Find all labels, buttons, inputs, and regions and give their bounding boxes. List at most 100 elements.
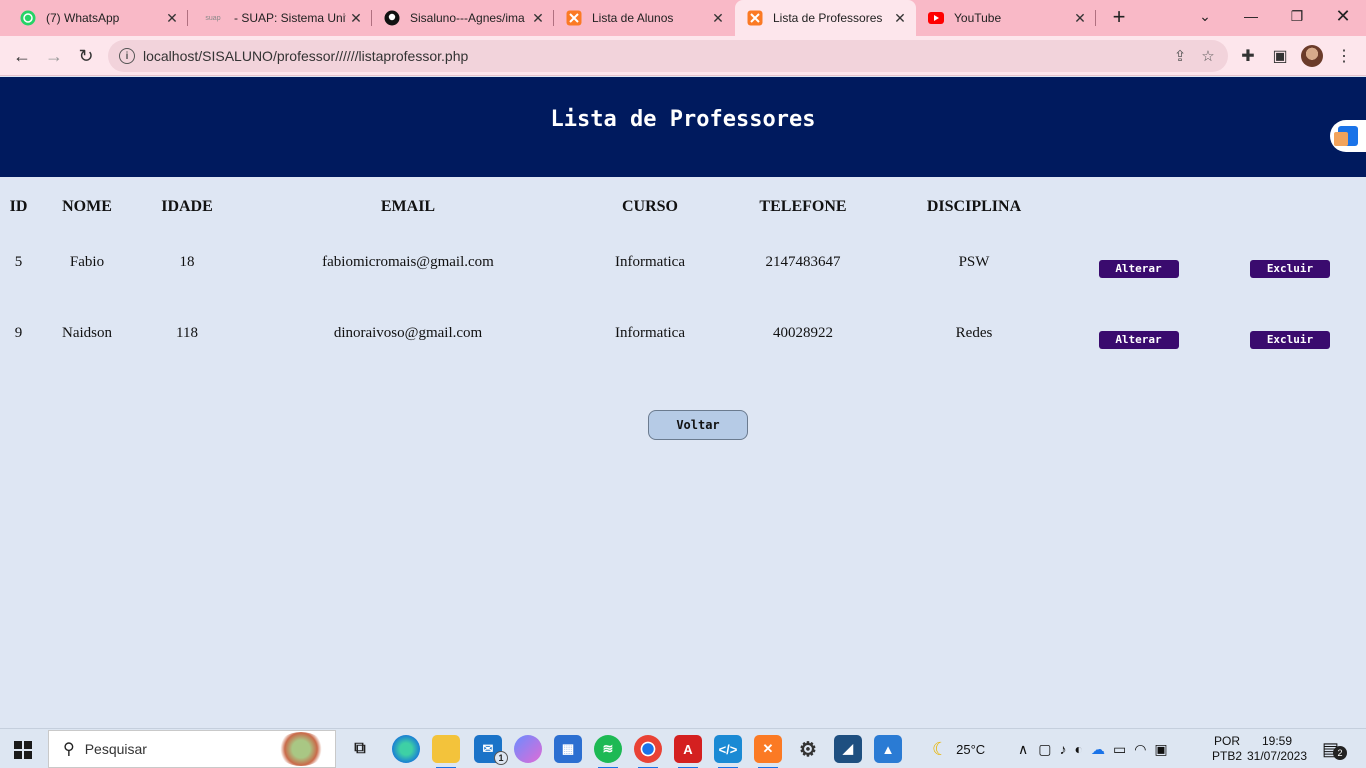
tray-icons: ∧ ▢ ♪ ◐ ☁ ▭ ◠ ▣ <box>1018 729 1168 768</box>
tab-title: - SUAP: Sistema Unific <box>234 11 346 25</box>
cell-telefone: 40028922 <box>773 325 833 341</box>
tab-separator <box>1095 10 1096 26</box>
column-header-id: ID <box>9 198 28 215</box>
forward-arrow-icon[interactable]: → <box>40 42 68 70</box>
close-tab-icon[interactable]: ✕ <box>890 8 910 28</box>
column-header-disciplina: DISCIPLINA <box>926 198 1022 215</box>
cell-idade: 118 <box>176 325 198 341</box>
tab-youtube[interactable]: YouTube ✕ <box>916 0 1096 36</box>
search-placeholder: Pesquisar <box>84 741 147 757</box>
weather-widget[interactable]: ☾ 25°C <box>932 729 985 768</box>
cell-telefone: 2147483647 <box>765 254 841 270</box>
news-icon[interactable]: ▦ <box>554 735 582 763</box>
alter-button[interactable]: Alterar <box>1098 330 1179 349</box>
onedrive-icon[interactable]: ☁ <box>1091 741 1105 758</box>
cell-nome: Fabio <box>69 254 105 270</box>
minimize-button[interactable]: — <box>1236 4 1266 28</box>
vscode-icon[interactable]: </> <box>714 735 742 768</box>
taskbar-search-box[interactable]: ⚲ Pesquisar <box>48 730 336 768</box>
cell-alterar: Alterar <box>1063 227 1214 298</box>
column-header-nome: NOME <box>62 198 112 215</box>
tab-lista-alunos[interactable]: Lista de Alunos ✕ <box>554 0 734 36</box>
xampp-icon <box>747 10 763 26</box>
url-text[interactable]: localhost/SISALUNO/professor//////listap… <box>143 48 1166 64</box>
close-tab-icon[interactable]: ✕ <box>162 8 182 28</box>
tab-title: YouTube <box>954 11 1002 25</box>
menu-kebab-icon[interactable]: ⋮ <box>1330 42 1358 70</box>
reload-icon[interactable]: ↻ <box>72 42 100 70</box>
show-hidden-icons-chevron-icon[interactable]: ∧ <box>1018 741 1028 758</box>
task-view-icon[interactable]: ⧉ <box>346 735 374 763</box>
security-icon[interactable]: ◐ <box>1074 741 1082 757</box>
mail-icon[interactable]: ✉ 1 <box>474 735 508 765</box>
wifi-icon[interactable]: ◠ <box>1134 741 1146 758</box>
tab-suap[interactable]: suap - SUAP: Sistema Unific ✕ <box>190 0 372 36</box>
cell-excluir: Excluir <box>1214 298 1366 369</box>
notification-center-icon[interactable]: ▤ 2 <box>1322 729 1353 768</box>
delete-button[interactable]: Excluir <box>1250 330 1330 349</box>
tab-whatsapp[interactable]: (7) WhatsApp ✕ <box>8 0 188 36</box>
clock[interactable]: 19:59 31/07/2023 <box>1246 729 1308 768</box>
avatar <box>1301 45 1323 67</box>
photos-icon[interactable]: ▲ <box>874 735 902 763</box>
settings-icon[interactable]: ⚙ <box>794 735 822 763</box>
tab-lista-professores[interactable]: Lista de Professores ✕ <box>735 0 916 36</box>
back-button[interactable]: Voltar <box>648 410 748 440</box>
column-header-email: EMAIL <box>380 198 436 215</box>
column-header-empty <box>1063 187 1214 227</box>
acrobat-icon[interactable]: A <box>674 735 702 768</box>
profile-avatar[interactable] <box>1298 42 1326 70</box>
display-icon[interactable]: ▣ <box>1154 741 1167 758</box>
tab-search-icon[interactable]: ⌄ <box>1190 4 1220 28</box>
alter-button[interactable]: Alterar <box>1098 259 1179 278</box>
page-header: Lista de Professores <box>0 77 1366 177</box>
tab-title: Lista de Professores <box>773 11 883 25</box>
mysql-workbench-icon[interactable]: ◢ <box>834 735 862 763</box>
column-header-curso: CURSO <box>621 198 678 215</box>
spotify-icon[interactable]: ≋ <box>594 735 622 768</box>
search-highlight-image <box>277 732 325 766</box>
edge-icon[interactable] <box>392 735 420 763</box>
close-window-button[interactable]: ✕ <box>1328 4 1358 28</box>
tab-github[interactable]: Sisaluno---Agnes/ima ✕ <box>372 0 554 36</box>
close-tab-icon[interactable]: ✕ <box>346 8 366 28</box>
language-indicator[interactable]: POR PTB2 <box>1212 729 1242 768</box>
bookmark-star-icon[interactable]: ☆ <box>1194 42 1222 70</box>
column-header-idade: IDADE <box>161 198 213 215</box>
cell-nome: Naidson <box>62 325 112 341</box>
cell-id: 9 <box>14 325 23 341</box>
xampp-icon[interactable]: ✕ <box>754 735 782 768</box>
chrome-icon[interactable] <box>634 735 662 768</box>
cell-disciplina: Redes <box>955 325 993 341</box>
site-info-icon[interactable]: i <box>119 48 135 64</box>
moon-icon: ☾ <box>932 738 949 759</box>
back-arrow-icon[interactable]: ← <box>8 42 36 70</box>
github-icon <box>384 10 400 26</box>
battery-icon[interactable]: ▭ <box>1113 741 1126 758</box>
close-tab-icon[interactable]: ✕ <box>528 8 548 28</box>
xampp-icon <box>566 10 582 26</box>
cell-email: fabiomicromais@gmail.com <box>322 254 494 270</box>
meet-now-icon[interactable]: ▢ <box>1038 741 1051 758</box>
close-tab-icon[interactable]: ✕ <box>1070 8 1090 28</box>
tab-title: (7) WhatsApp <box>46 11 120 25</box>
file-explorer-icon[interactable] <box>432 735 460 768</box>
new-tab-button[interactable]: + <box>1106 6 1132 30</box>
tab-title: Sisaluno---Agnes/ima <box>410 11 525 25</box>
page-title: Lista de Professores <box>550 106 816 132</box>
translate-widget-icon[interactable] <box>1330 120 1366 152</box>
speaker-icon[interactable]: ♪ <box>1059 741 1066 757</box>
delete-button[interactable]: Excluir <box>1250 259 1330 278</box>
copilot-icon[interactable] <box>514 735 542 763</box>
youtube-icon <box>928 10 944 26</box>
side-panel-icon[interactable]: ▣ <box>1266 42 1294 70</box>
extensions-icon[interactable]: ✚ <box>1234 42 1262 70</box>
clock-date: 31/07/2023 <box>1246 749 1308 763</box>
address-bar[interactable]: i localhost/SISALUNO/professor//////list… <box>108 40 1228 72</box>
close-tab-icon[interactable]: ✕ <box>708 8 728 28</box>
clock-time: 19:59 <box>1261 734 1293 748</box>
share-icon[interactable]: ⇪ <box>1166 42 1194 70</box>
restore-button[interactable]: ❐ <box>1282 4 1312 28</box>
cell-email: dinoraivoso@gmail.com <box>333 325 483 341</box>
windows-start-icon[interactable] <box>14 741 32 759</box>
